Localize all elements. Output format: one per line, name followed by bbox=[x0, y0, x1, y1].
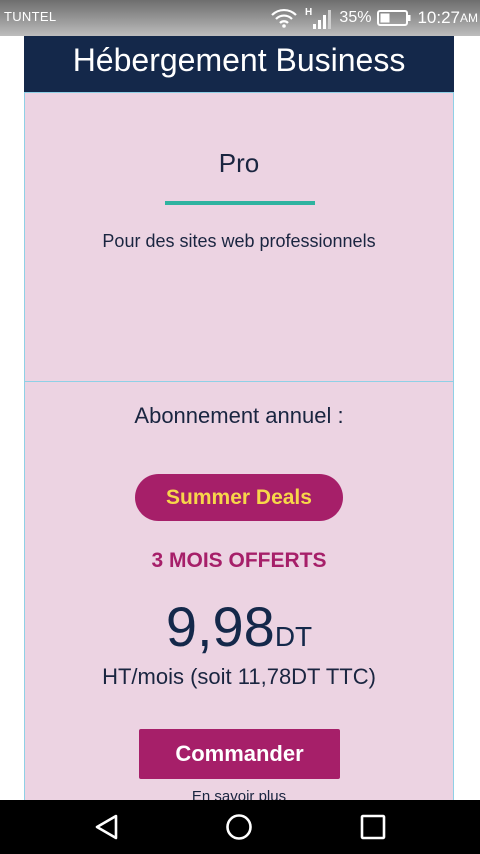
wifi-icon bbox=[271, 8, 298, 28]
plan-name: Pro bbox=[218, 148, 260, 178]
card-header: Hébergement Business bbox=[24, 36, 454, 92]
price-amount: 9,98 bbox=[165, 595, 275, 658]
pricing-card: Hébergement Business Pro Pour des sites … bbox=[24, 36, 454, 805]
clock-time: 10:27 bbox=[417, 8, 460, 27]
battery-icon bbox=[377, 9, 411, 27]
price: 9,98DT bbox=[25, 594, 453, 659]
clock: 10:27 AM bbox=[417, 8, 478, 28]
status-bar: TUNTEL H 35% 10:27 AM bbox=[0, 0, 480, 36]
navigation-bar bbox=[0, 800, 480, 854]
subscription-label: Abonnement annuel : bbox=[134, 403, 344, 428]
price-period: HT/mois (soit 11,78DT TTC) bbox=[102, 664, 376, 689]
network-type-label: H bbox=[305, 7, 312, 18]
clock-ampm: AM bbox=[460, 11, 478, 25]
plan-divider bbox=[165, 201, 315, 205]
battery-percent: 35% bbox=[339, 9, 372, 26]
plan-section: Pro Pour des sites web professionnels bbox=[25, 92, 453, 382]
recents-icon[interactable] bbox=[358, 812, 388, 842]
carrier-name: TUNTEL bbox=[4, 9, 57, 24]
summer-deals-badge: Summer Deals bbox=[135, 474, 343, 521]
back-icon[interactable] bbox=[92, 812, 122, 842]
offer-text: 3 MOIS OFFERTS bbox=[151, 549, 327, 572]
signal-icon: H bbox=[303, 6, 333, 30]
home-icon[interactable] bbox=[224, 812, 254, 842]
plan-description: Pour des sites web professionnels bbox=[102, 231, 376, 251]
order-button[interactable]: Commander bbox=[139, 729, 340, 779]
price-currency: DT bbox=[274, 621, 313, 652]
status-icons: H 35% 10:27 AM bbox=[271, 5, 478, 31]
